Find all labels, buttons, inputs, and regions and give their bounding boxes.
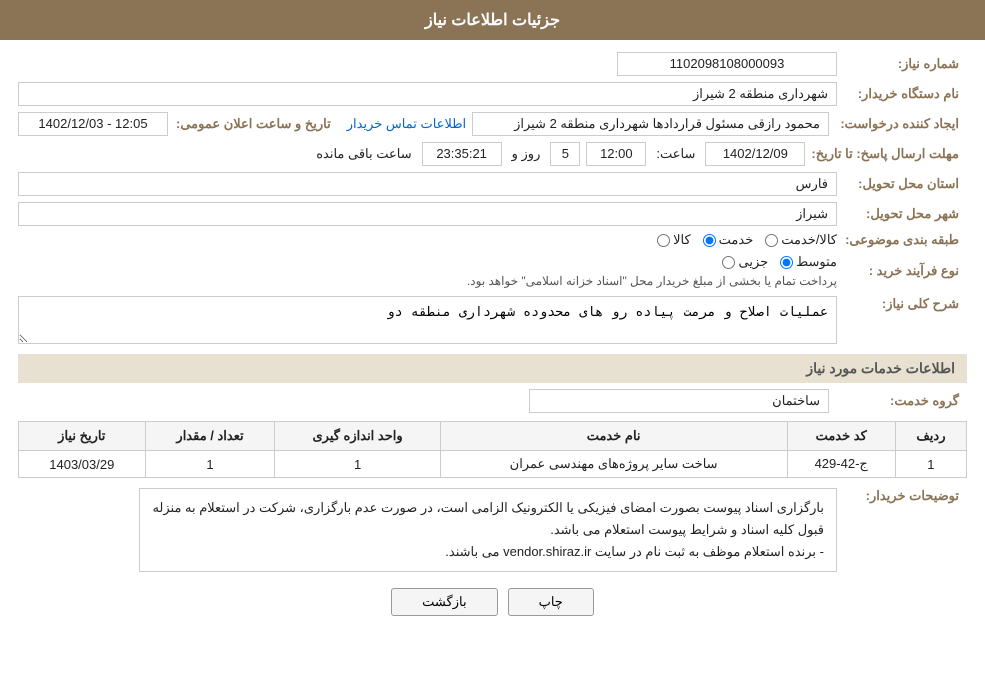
need-number-value: 1102098108000093 bbox=[617, 52, 837, 76]
need-description-row: شرح کلی نیاز: عملیات اصلاح و مرمت پیاده … bbox=[18, 296, 967, 344]
purchase-type-mottavaset-label: متوسط bbox=[796, 254, 837, 270]
col-row: ردیف bbox=[895, 422, 966, 451]
back-button[interactable]: بازگشت bbox=[391, 588, 497, 616]
category-row: طبقه بندی موضوعی: کالا/خدمت خدمت کالا bbox=[18, 232, 967, 248]
buyer-org-label: نام دستگاه خریدار: bbox=[837, 86, 967, 102]
buyer-org-value: شهرداری منطقه 2 شیراز bbox=[18, 82, 837, 106]
city-label: شهر محل تحویل: bbox=[837, 206, 967, 222]
creator-label: ایجاد کننده درخواست: bbox=[837, 116, 967, 132]
province-label: استان محل تحویل: bbox=[837, 176, 967, 192]
category-radio-kala[interactable] bbox=[657, 234, 670, 247]
col-code: کد خدمت bbox=[787, 422, 895, 451]
buyer-org-row: نام دستگاه خریدار: شهرداری منطقه 2 شیراز bbox=[18, 82, 967, 106]
category-option-khadamat-label: خدمت bbox=[719, 232, 754, 248]
buyer-notes-line3: - برنده استعلام موظف به ثبت نام در سایت … bbox=[445, 544, 824, 559]
group-service-row: گروه خدمت: ساختمان bbox=[18, 389, 967, 413]
province-value: فارس bbox=[18, 172, 837, 196]
purchase-type-option-jozi[interactable]: جزیی bbox=[722, 254, 768, 270]
send-deadline-row: مهلت ارسال پاسخ: تا تاریخ: 1402/12/09 سا… bbox=[18, 142, 967, 166]
send-deadline-label: مهلت ارسال پاسخ: تا تاریخ: bbox=[811, 146, 967, 162]
table-row: 1ج-42-429ساخت سایر پروژه‌های مهندسی عمرا… bbox=[19, 451, 967, 478]
send-date-value: 1402/12/09 bbox=[705, 142, 805, 166]
col-quantity: تعداد / مقدار bbox=[145, 422, 275, 451]
buyer-notes-label: توضیحات خریدار: bbox=[837, 488, 967, 504]
group-service-label: گروه خدمت: bbox=[837, 393, 967, 409]
purchase-type-radio-group: متوسط جزیی bbox=[722, 254, 837, 270]
creator-value: محمود رازقی مسئول قراردادها شهرداری منطق… bbox=[472, 112, 829, 136]
col-name: نام خدمت bbox=[440, 422, 787, 451]
page-wrapper: جزئیات اطلاعات نیاز شماره نیاز: 11020981… bbox=[0, 0, 985, 691]
need-description-label: شرح کلی نیاز: bbox=[837, 296, 967, 312]
send-time-value: 12:00 bbox=[586, 142, 646, 166]
buyer-notes-line2: قبول کلیه اسناد و شرایط پیوست استعلام می… bbox=[550, 522, 824, 537]
need-number-row: شماره نیاز: 1102098108000093 bbox=[18, 52, 967, 76]
category-option-kala-label: کالا bbox=[673, 232, 691, 248]
category-radio-group: کالا/خدمت خدمت کالا bbox=[657, 232, 837, 248]
services-table: ردیف کد خدمت نام خدمت واحد اندازه گیری ت… bbox=[18, 421, 967, 478]
purchase-type-label: نوع فرآیند خرید : bbox=[837, 263, 967, 279]
need-number-label: شماره نیاز: bbox=[837, 56, 967, 72]
buyer-notes-line1: بارگزاری اسناد پیوست بصورت امضای فیزیکی … bbox=[152, 500, 824, 515]
creator-announce-row: ایجاد کننده درخواست: محمود رازقی مسئول ق… bbox=[18, 112, 967, 136]
button-row: چاپ بازگشت bbox=[18, 588, 967, 616]
purchase-type-option-mottavaset[interactable]: متوسط bbox=[780, 254, 837, 270]
purchase-type-radio-mottavaset[interactable] bbox=[780, 256, 793, 269]
city-value: شیراز bbox=[18, 202, 837, 226]
category-label: طبقه بندی موضوعی: bbox=[837, 232, 967, 248]
page-title: جزئیات اطلاعات نیاز bbox=[425, 12, 560, 29]
category-option-kala[interactable]: کالا bbox=[657, 232, 691, 248]
page-header: جزئیات اطلاعات نیاز bbox=[0, 0, 985, 40]
group-service-value: ساختمان bbox=[529, 389, 829, 413]
category-radio-kala-khadamat[interactable] bbox=[765, 234, 778, 247]
purchase-type-jozi-label: جزیی bbox=[738, 254, 768, 270]
province-row: استان محل تحویل: فارس bbox=[18, 172, 967, 196]
purchase-type-row: نوع فرآیند خرید : متوسط جزیی پرداخت تمام… bbox=[18, 254, 967, 288]
services-section-title: اطلاعات خدمات مورد نیاز bbox=[18, 354, 967, 383]
purchase-type-note: پرداخت تمام یا بخشی از مبلغ خریدار محل "… bbox=[467, 274, 837, 288]
send-time-label: ساعت: bbox=[656, 146, 695, 162]
city-row: شهر محل تحویل: شیراز bbox=[18, 202, 967, 226]
col-date: تاریخ نیاز bbox=[19, 422, 146, 451]
print-button[interactable]: چاپ bbox=[508, 588, 594, 616]
announce-value: 1402/12/03 - 12:05 bbox=[18, 112, 168, 136]
purchase-type-radio-jozi[interactable] bbox=[722, 256, 735, 269]
col-unit: واحد اندازه گیری bbox=[275, 422, 440, 451]
send-remaining-label: ساعت باقی مانده bbox=[316, 146, 411, 162]
announce-label: تاریخ و ساعت اعلان عمومی: bbox=[176, 116, 339, 132]
send-days-label: روز و bbox=[512, 146, 541, 162]
creator-contact-link[interactable]: اطلاعات تماس خریدار bbox=[347, 116, 466, 132]
buyer-notes-row: توضیحات خریدار: بارگزاری اسناد پیوست بصو… bbox=[18, 488, 967, 572]
category-option-khadamat[interactable]: خدمت bbox=[703, 232, 754, 248]
category-option-kala-khadamat[interactable]: کالا/خدمت bbox=[765, 232, 837, 248]
send-remaining-time: 23:35:21 bbox=[422, 142, 502, 166]
need-description-value[interactable]: عملیات اصلاح و مرمت پیاده رو های محدوده … bbox=[18, 296, 837, 344]
buyer-notes-content: بارگزاری اسناد پیوست بصورت امضای فیزیکی … bbox=[139, 488, 837, 572]
category-radio-khadamat[interactable] bbox=[703, 234, 716, 247]
send-days-value: 5 bbox=[550, 142, 580, 166]
main-content: شماره نیاز: 1102098108000093 نام دستگاه … bbox=[0, 40, 985, 640]
category-option-kala-khadamat-label: کالا/خدمت bbox=[781, 232, 837, 248]
